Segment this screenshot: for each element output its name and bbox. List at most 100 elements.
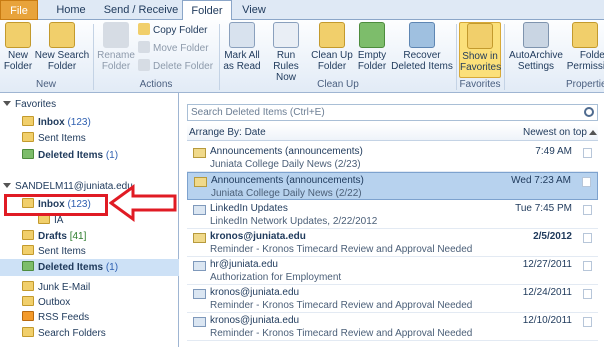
tab-folder[interactable]: Folder: [182, 0, 232, 21]
favorite-sent-label: Sent Items: [38, 133, 86, 144]
autoarchive-settings-button[interactable]: AutoArchive Settings: [507, 22, 565, 72]
tab-send-receive[interactable]: Send / Receive: [102, 0, 180, 20]
folder-icon: [22, 132, 34, 142]
envelope-icon: [193, 317, 206, 327]
mail-item[interactable]: kronos@juniata.edu Reminder - Kronos Tim…: [187, 313, 598, 341]
search-icon[interactable]: [584, 107, 594, 117]
mail-item-selected[interactable]: Announcements (announcements) Juniata Co…: [187, 172, 598, 200]
rename-icon: [103, 22, 129, 48]
mail-item[interactable]: kronos@juniata.edu Reminder - Kronos Tim…: [187, 285, 598, 313]
folder-sent-items[interactable]: Sent Items: [0, 243, 179, 260]
mail-subject: Reminder - Kronos Timecard Review and Ap…: [210, 300, 473, 311]
mail-subject: Authorization for Employment: [210, 272, 342, 283]
flag-icon[interactable]: [583, 261, 592, 271]
flag-icon[interactable]: [583, 205, 592, 215]
folder-search-label: Search Folders: [38, 328, 106, 339]
new-search-folder-label: New Search Folder: [34, 50, 90, 72]
rules-icon: [273, 22, 299, 48]
search-folder-icon: [22, 327, 34, 337]
ribbon: New Folder New Search Folder New Rename …: [0, 20, 604, 93]
flag-icon[interactable]: [583, 148, 592, 158]
favorite-deleted-label: Deleted Items: [38, 150, 104, 161]
search-placeholder: Search Deleted Items (Ctrl+E): [191, 107, 325, 118]
trash-icon: [22, 261, 34, 271]
flag-icon[interactable]: [582, 177, 591, 187]
group-label-new: New: [35, 79, 56, 90]
recover-icon: [409, 22, 435, 48]
outbox-icon: [22, 296, 34, 306]
flag-icon[interactable]: [583, 317, 592, 327]
arrange-by-header[interactable]: Arrange By: Date Newest on top: [187, 124, 598, 141]
mark-all-read-button[interactable]: Mark All as Read: [222, 22, 262, 72]
recover-deleted-items-button[interactable]: Recover Deleted Items: [390, 22, 454, 72]
trash-icon: [22, 149, 34, 159]
mail-subject: Juniata College Daily News (2/22): [211, 188, 362, 199]
empty-folder-button[interactable]: Empty Folder: [356, 22, 388, 72]
folder-search-folders[interactable]: Search Folders: [0, 325, 179, 342]
rename-folder-button[interactable]: Rename Folder: [96, 22, 136, 72]
tab-view[interactable]: View: [236, 0, 272, 20]
folder-rss-feeds[interactable]: RSS Feeds: [0, 309, 179, 326]
sort-order-label[interactable]: Newest on top: [523, 124, 587, 141]
mail-date: 12/27/2011: [522, 259, 572, 270]
drafts-icon: [22, 230, 34, 240]
mail-item-unread[interactable]: kronos@juniata.edu Reminder - Kronos Tim…: [187, 229, 598, 257]
envelope-icon: [193, 205, 206, 215]
show-in-favorites-button[interactable]: Show in Favorites: [459, 22, 501, 78]
clean-up-icon: [319, 22, 345, 48]
folder-junk-label: Junk E-Mail: [38, 282, 91, 293]
new-search-folder-button[interactable]: New Search Folder: [34, 22, 90, 72]
move-folder-button[interactable]: Move Folder: [138, 41, 209, 56]
copy-folder-button[interactable]: Copy Folder: [138, 23, 207, 38]
envelope-icon: [193, 289, 206, 299]
folder-drafts-count: [41]: [69, 231, 87, 242]
mail-date: 12/10/2011: [522, 315, 572, 326]
folder-icon: [22, 116, 34, 126]
favorite-sent-items[interactable]: Sent Items: [0, 130, 179, 147]
folder-permissions-button[interactable]: Folder Permissions: [566, 22, 604, 72]
new-folder-label: New Folder: [3, 50, 33, 72]
search-input[interactable]: Search Deleted Items (Ctrl+E): [187, 104, 598, 121]
mail-sender: kronos@juniata.edu: [210, 287, 300, 298]
tab-home[interactable]: Home: [40, 0, 102, 20]
mail-item[interactable]: Announcements (announcements) Juniata Co…: [187, 144, 598, 172]
recycle-icon: [359, 22, 385, 48]
mail-subject: Reminder - Kronos Timecard Review and Ap…: [210, 328, 473, 339]
new-folder-button[interactable]: New Folder: [2, 22, 34, 72]
folder-sent-label: Sent Items: [38, 246, 86, 257]
folder-deleted-count: (1): [105, 262, 119, 273]
clean-up-folder-button[interactable]: Clean Up Folder: [309, 22, 355, 72]
archive-icon: [523, 22, 549, 48]
mail-item[interactable]: hr@juniata.edu Authorization for Employm…: [187, 257, 598, 285]
show-in-favorites-label: Show in Favorites: [460, 51, 502, 73]
folder-deleted-items[interactable]: Deleted Items (1): [0, 259, 179, 276]
new-folder-icon: [5, 22, 31, 48]
favorite-inbox-label: Inbox: [38, 117, 65, 128]
mail-sender: LinkedIn Updates: [210, 203, 288, 214]
favorites-header[interactable]: Favorites: [0, 96, 179, 113]
ribbon-separator: [504, 24, 505, 90]
copy-folder-icon: [138, 23, 150, 35]
collapse-icon: [3, 183, 11, 188]
delete-folder-icon: [138, 59, 150, 71]
mail-subject: LinkedIn Network Updates, 2/22/2012: [210, 216, 378, 227]
envelope-icon: [193, 233, 206, 243]
clean-up-folder-label: Clean Up Folder: [311, 50, 353, 72]
mail-sender: Announcements (announcements): [210, 146, 363, 157]
favorite-deleted-items[interactable]: Deleted Items (1): [0, 147, 179, 164]
sort-arrow-icon[interactable]: [589, 130, 597, 135]
group-label-properties: Properties: [566, 79, 604, 90]
group-label-cleanup: Clean Up: [317, 79, 359, 90]
run-rules-now-button[interactable]: Run Rules Now: [264, 22, 308, 83]
flag-icon[interactable]: [583, 233, 592, 243]
annotation-arrow-icon: [109, 184, 177, 222]
mail-item[interactable]: LinkedIn Updates LinkedIn Network Update…: [187, 201, 598, 229]
folder-permissions-label: Folder Permissions: [566, 50, 604, 72]
delete-folder-button[interactable]: Delete Folder: [138, 59, 213, 74]
folder-rss-label: RSS Feeds: [38, 312, 90, 323]
mail-date: Tue 7:45 PM: [515, 203, 572, 214]
flag-icon[interactable]: [583, 289, 592, 299]
tab-file[interactable]: File: [0, 0, 38, 20]
favorite-inbox[interactable]: Inbox (123): [0, 114, 179, 131]
mail-date: Wed 7:23 AM: [511, 175, 571, 186]
